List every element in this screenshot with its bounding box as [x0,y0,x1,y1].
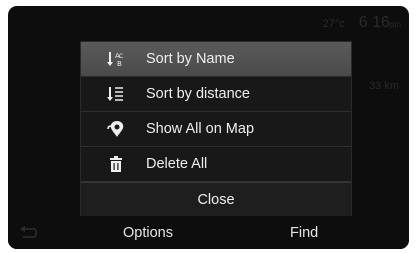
menu-item-label: Delete All [146,156,208,172]
clock-time: 6 16 [358,14,390,31]
infotainment-screen: 27°c 6 16pm 33 km A C B Sort by Name Sor… [8,6,409,249]
clock-ampm: pm [389,20,401,29]
map-pin-icon [107,120,125,138]
close-button[interactable]: Close [81,182,351,217]
options-menu: A C B Sort by Name Sort by distance Show… [80,41,352,218]
trash-icon [107,155,125,173]
find-button[interactable]: Find [290,225,318,241]
menu-item-sort-by-distance[interactable]: Sort by distance [81,77,351,112]
menu-item-label: Show All on Map [146,121,255,137]
menu-item-show-all-on-map[interactable]: Show All on Map [81,112,351,147]
menu-item-delete-all[interactable]: Delete All [81,147,351,182]
sort-alpha-icon: A C B [107,50,125,68]
back-arrow-icon[interactable] [18,225,40,241]
background-distance: 33 km [369,80,399,92]
svg-text:C: C [119,53,123,60]
bottom-bar: Options Find [8,216,409,249]
options-button[interactable]: Options [123,225,173,241]
menu-item-label: Sort by Name [146,51,235,67]
svg-text:B: B [117,60,122,68]
temperature-readout: 27°c [322,18,345,30]
menu-item-label: Sort by distance [146,86,250,102]
status-bar: 27°c 6 16pm [323,14,401,32]
clock-readout: 6 16pm [359,14,401,32]
sort-distance-icon [107,85,125,103]
menu-item-sort-by-name[interactable]: A C B Sort by Name [81,42,351,77]
